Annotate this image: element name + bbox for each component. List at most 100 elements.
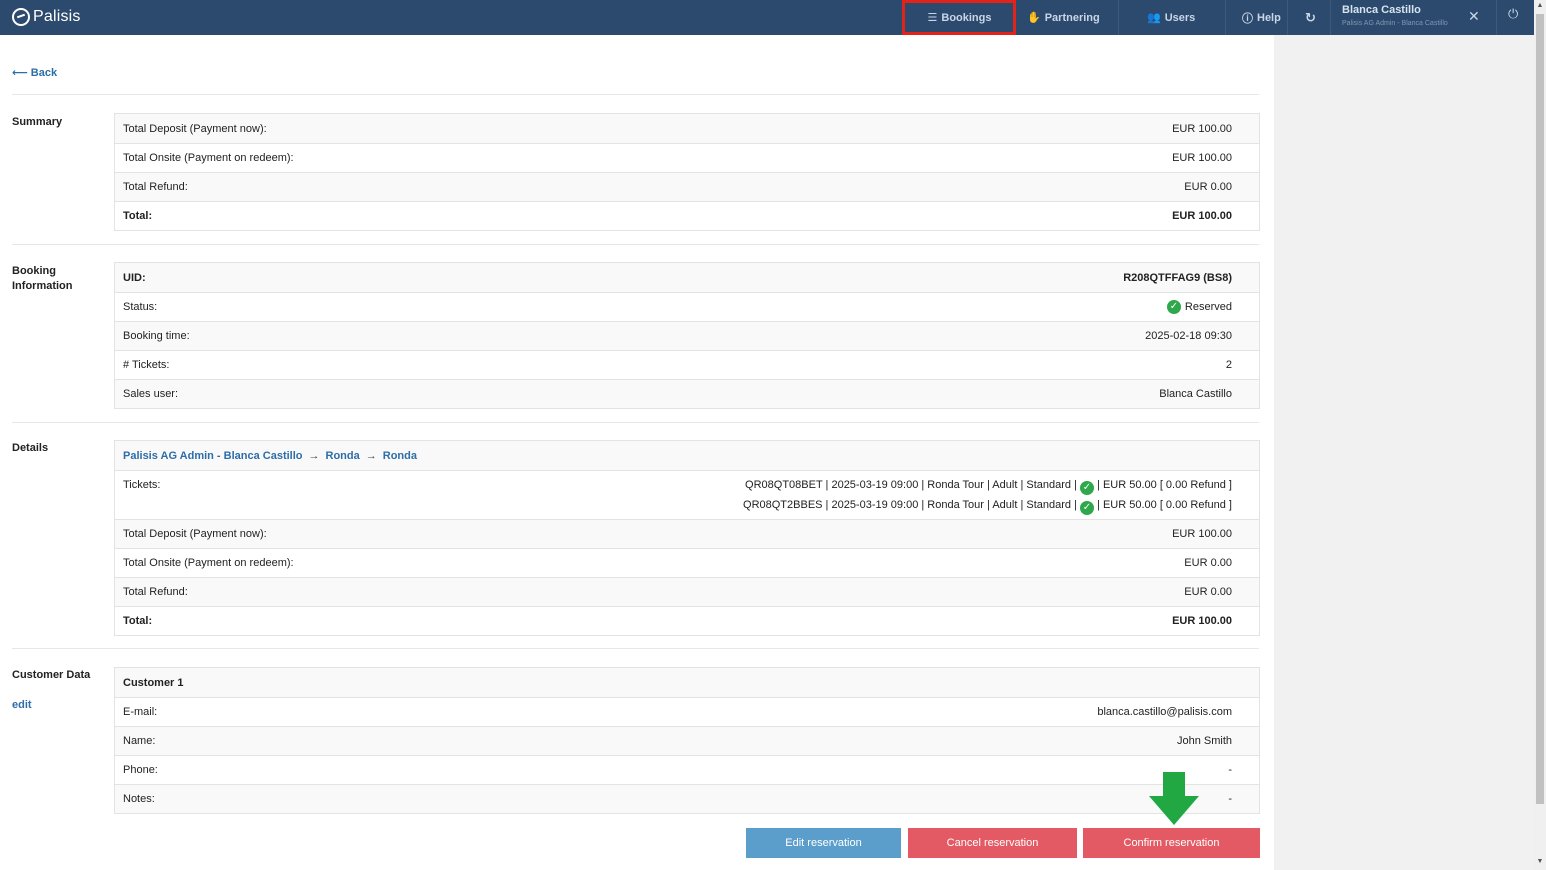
nav-divider	[1118, 0, 1119, 35]
arrow-down-annotation-icon	[1149, 772, 1199, 825]
booking-info-heading: Booking Information	[12, 264, 73, 294]
handshake-icon: ✋	[1027, 12, 1041, 24]
nav-divider	[1287, 0, 1288, 35]
table-row: Customer 1	[115, 668, 1259, 697]
table-row: E-mail: blanca.castillo@palisis.com	[115, 697, 1259, 726]
row-value: EUR 0.00	[1184, 181, 1232, 193]
status-text: Reserved	[1184, 301, 1232, 313]
table-row: Total: EUR 100.00	[115, 606, 1259, 635]
refresh-icon[interactable]: ↻	[1305, 0, 1316, 35]
nav-divider	[1225, 0, 1226, 35]
table-row: Total Onsite (Payment on redeem): EUR 0.…	[115, 548, 1259, 577]
row-label: Total Refund:	[123, 181, 188, 193]
nav-divider	[1330, 0, 1331, 35]
status-badge: ✓ Reserved	[1166, 300, 1232, 314]
confirm-reservation-button[interactable]: Confirm reservation	[1083, 828, 1260, 858]
divider	[12, 422, 1259, 423]
nav-partnering-label: Partnering	[1044, 11, 1100, 24]
divider	[12, 648, 1259, 649]
row-value: EUR 100.00	[1172, 152, 1232, 164]
nav-help-label: Help	[1257, 11, 1281, 24]
table-row: Name: John Smith	[115, 726, 1259, 755]
power-icon[interactable]: ⏻	[1508, 6, 1518, 22]
check-circle-icon: ✓	[1079, 481, 1094, 495]
row-label: Total:	[123, 615, 153, 627]
details-table: Palisis AG Admin - Blanca Castillo → Ron…	[114, 440, 1260, 636]
user-menu[interactable]: Blanca Castillo Palisis AG Admin - Blanc…	[1342, 4, 1448, 30]
row-label: Tickets:	[123, 479, 161, 491]
row-label: Total Deposit (Payment now):	[123, 122, 267, 135]
list-icon: ☰	[927, 12, 938, 24]
nav-help[interactable]: ⓘ Help	[1242, 0, 1281, 35]
booking-info-table: UID: R208QTFFAG9 (BS8) Status: ✓ Reserve…	[114, 262, 1260, 409]
user-name: Blanca Castillo	[1342, 4, 1421, 16]
edit-customer-link[interactable]: edit	[12, 699, 32, 711]
tickets-list: QR08QT08BET | 2025-03-19 09:00 | Ronda T…	[743, 475, 1232, 515]
table-row: UID: R208QTFFAG9 (BS8)	[115, 263, 1259, 292]
scroll-down-icon[interactable]: ▼	[1536, 858, 1544, 868]
arrow-left-icon: ⟵	[12, 67, 28, 79]
row-value: Blanca Castillo	[1159, 388, 1232, 400]
row-value: EUR 0.00	[1184, 557, 1232, 569]
arrow-right-icon: →	[308, 449, 320, 462]
nav-users[interactable]: 👥 Users	[1147, 0, 1195, 35]
scrollbar-thumb[interactable]	[1536, 14, 1544, 804]
heading-line: Booking	[12, 265, 56, 277]
users-icon: 👥	[1147, 12, 1161, 24]
ticket-line: QR08QT08BET | 2025-03-19 09:00 | Ronda T…	[743, 475, 1232, 495]
brand-logo[interactable]: Palisis	[12, 8, 81, 26]
ticket-line: QR08QT2BBES | 2025-03-19 09:00 | Ronda T…	[743, 495, 1232, 515]
brand-name: Palisis	[33, 8, 81, 25]
row-label: Total Refund:	[123, 586, 188, 598]
row-label: Phone:	[123, 764, 158, 776]
heading-line: Information	[12, 280, 73, 292]
divider	[12, 94, 1259, 95]
summary-heading: Summary	[12, 116, 63, 128]
tools-icon[interactable]: ✕	[1468, 8, 1480, 25]
breadcrumb-link[interactable]: Ronda	[383, 450, 417, 462]
arrow-right-icon: →	[365, 449, 377, 462]
customer-notes: -	[1228, 793, 1232, 805]
row-label: Total Deposit (Payment now):	[123, 528, 267, 540]
row-value: 2025-02-18 09:30	[1145, 330, 1232, 342]
ticket-info: QR08QT08BET | 2025-03-19 09:00 | Ronda T…	[745, 479, 1077, 491]
breadcrumb-link[interactable]: Ronda	[326, 450, 360, 462]
back-label: Back	[30, 67, 58, 79]
palisis-logo-icon	[12, 8, 30, 26]
row-value: EUR 100.00	[1172, 528, 1232, 540]
row-label: Name:	[123, 735, 156, 747]
row-label: # Tickets:	[123, 359, 170, 371]
row-value: EUR 100.00	[1172, 210, 1232, 222]
row-label: E-mail:	[123, 706, 158, 718]
table-row: Total Refund: EUR 0.00	[115, 577, 1259, 606]
help-icon: ⓘ	[1242, 12, 1253, 25]
tickets-row: Tickets: QR08QT08BET | 2025-03-19 09:00 …	[115, 470, 1259, 519]
nav-bookings-label: Bookings	[941, 11, 992, 24]
table-row: Phone: -	[115, 755, 1259, 784]
nav-users-label: Users	[1164, 11, 1196, 24]
top-navbar: Palisis ☰ Bookings ✋ Partnering 👥 Users …	[0, 0, 1534, 35]
details-heading: Details	[12, 442, 49, 454]
edit-reservation-button[interactable]: Edit reservation	[746, 828, 901, 858]
table-row: Status: ✓ Reserved	[115, 292, 1259, 321]
customer-email: blanca.castillo@palisis.com	[1097, 706, 1232, 718]
table-row: Notes: -	[115, 784, 1259, 813]
breadcrumb-link[interactable]: Palisis AG Admin - Blanca Castillo	[123, 450, 303, 462]
customer-name: John Smith	[1176, 735, 1232, 747]
table-row: Booking time: 2025-02-18 09:30	[115, 321, 1259, 350]
row-label: Booking time:	[123, 330, 190, 342]
back-link[interactable]: ⟵ Back	[12, 66, 57, 79]
nav-bookings[interactable]: ☰ Bookings	[904, 0, 1015, 35]
nav-divider	[1496, 0, 1497, 35]
table-row: Total Onsite (Payment on redeem): EUR 10…	[115, 143, 1259, 172]
cancel-reservation-button[interactable]: Cancel reservation	[908, 828, 1077, 858]
row-label: Notes:	[123, 793, 155, 805]
row-label: Status:	[123, 301, 158, 313]
customer-table: Customer 1 E-mail: blanca.castillo@palis…	[114, 667, 1260, 814]
table-row: # Tickets: 2	[115, 350, 1259, 379]
table-row: Total Deposit (Payment now): EUR 100.00	[115, 519, 1259, 548]
scroll-up-icon[interactable]: ▲	[1536, 2, 1544, 12]
breadcrumb: Palisis AG Admin - Blanca Castillo → Ron…	[115, 441, 1259, 470]
booking-uid: R208QTFFAG9 (BS8)	[1123, 271, 1232, 284]
nav-partnering[interactable]: ✋ Partnering	[1027, 0, 1100, 35]
